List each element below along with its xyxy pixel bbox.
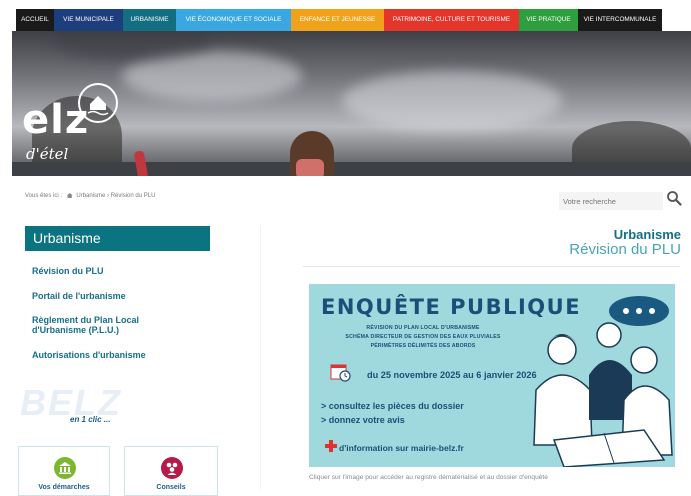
sidebar-title: Urbanisme — [25, 226, 210, 251]
search-icon[interactable] — [666, 190, 682, 206]
hero-image: elz d'étel — [12, 31, 691, 176]
banner-bullet: > donnez votre avis — [321, 415, 405, 425]
nav-item-patrimoine[interactable]: PATRIMOINE, CULTURE ET TOURISME — [384, 9, 519, 31]
nav-item-urbanisme[interactable]: URBANISME — [123, 9, 176, 31]
enquete-publique-banner[interactable]: ENQUÊTE PUBLIQUE RÉVISION DU PLAN LOCAL … — [309, 284, 675, 467]
nav-item-enfance-jeunesse[interactable]: ENFANCE ET JEUNESSE — [291, 9, 384, 31]
ground — [12, 162, 691, 176]
banner-bullet: > consultez les pièces du dossier — [321, 401, 464, 411]
banner-dates: du 25 novembre 2025 au 6 janvier 2026 — [367, 370, 537, 380]
site-logo[interactable]: elz — [22, 97, 89, 143]
banner-info: d'information sur mairie-belz.fr — [339, 443, 464, 453]
banner-line: SCHÉMA DIRECTEUR DE GESTION DES EAUX PLU… — [345, 334, 501, 340]
nav-item-vie-pratique[interactable]: VIE PRATIQUE — [519, 9, 578, 31]
plus-icon — [325, 440, 337, 452]
page-title: Urbanisme — [613, 227, 681, 242]
page-subtitle: Révision du PLU — [569, 241, 681, 258]
column-divider — [260, 225, 261, 489]
breadcrumb-path[interactable]: Urbanisme › Révision du PLU — [76, 193, 155, 199]
site-logo-subtitle: d'étel — [26, 145, 69, 163]
sidebar-link-autorisations[interactable]: Autorisations d'urbanisme — [32, 350, 146, 360]
one-click-label: en 1 clic ... — [70, 415, 111, 424]
banner-title: ENQUÊTE PUBLIQUE — [321, 295, 582, 319]
nav-item-vie-municipale[interactable]: VIE MUNICIPALE — [54, 9, 123, 31]
sidebar-link-revision-plu[interactable]: Révision du PLU — [32, 266, 104, 276]
main-nav: ACCUEIL VIE MUNICIPALE URBANISME VIE ÉCO… — [16, 9, 662, 31]
banner-line: PÉRIMÈTRES DÉLIMITÉS DES ABORDS — [370, 343, 476, 349]
breadcrumb: Vous êtes ici : Urbanisme › Révision du … — [25, 193, 155, 199]
building-icon — [54, 457, 76, 479]
search-input[interactable] — [559, 192, 663, 210]
nav-item-accueil[interactable]: ACCUEIL — [16, 9, 54, 31]
banner-line: RÉVISION DU PLAN LOCAL D'URBANISME — [366, 325, 480, 331]
breadcrumb-prefix: Vous êtes ici : — [25, 193, 63, 200]
calendar-clock-icon — [330, 363, 352, 383]
sidebar-link-portail-urbanisme[interactable]: Portail de l'urbanisme — [32, 291, 126, 301]
divider — [303, 266, 680, 267]
nav-item-vie-economique[interactable]: VIE ÉCONOMIQUE ET SOCIALE — [176, 9, 291, 31]
sidebar-link-reglement-plu[interactable]: Règlement du Plan Local d'Urbanisme (P.L… — [32, 315, 182, 335]
home-icon[interactable] — [66, 193, 73, 198]
cloud-shape — [342, 71, 562, 131]
tile-label: Vos démarches — [38, 484, 90, 491]
people-illustration — [533, 322, 673, 467]
nav-item-vie-intercommunale[interactable]: VIE INTERCOMMUNALE — [578, 9, 662, 31]
tile-label: Conseils — [156, 484, 186, 491]
hero-person — [290, 131, 334, 176]
banner-caption: Cliquer sur l'image pour accéder au regi… — [309, 474, 548, 481]
people-icon — [161, 457, 183, 479]
